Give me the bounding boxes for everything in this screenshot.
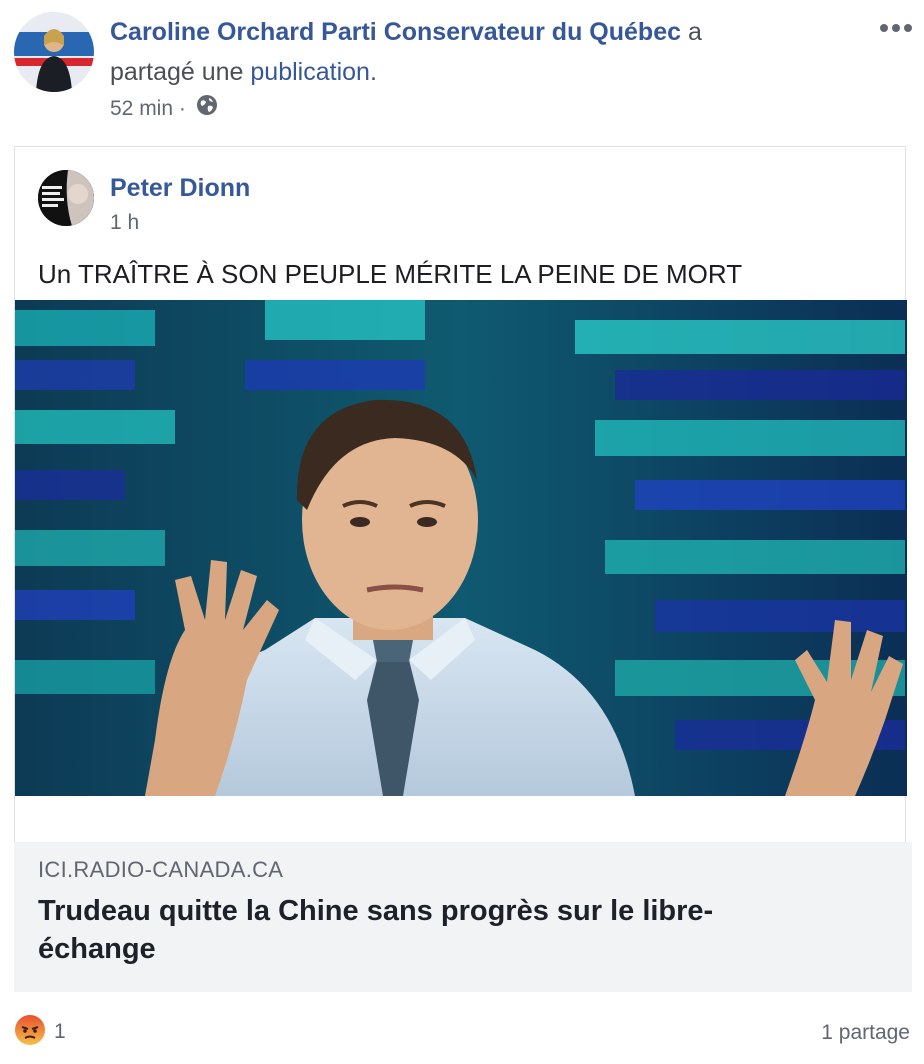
author-avatar-image xyxy=(14,12,94,92)
share-count[interactable]: 1 partage xyxy=(821,1018,910,1048)
publication-link[interactable]: publication xyxy=(250,58,370,86)
shared-post-text: Un TRAÎTRE À SON PEUPLE MÉRITE LA PEINE … xyxy=(38,259,743,289)
globe-icon[interactable] xyxy=(196,94,218,125)
more-dot xyxy=(880,24,888,32)
reaction-count: 1 xyxy=(54,1020,66,1043)
angry-reaction-icon xyxy=(14,1014,46,1051)
more-options-icon[interactable] xyxy=(876,16,916,40)
post-meta: 52 min · xyxy=(110,94,218,125)
link-title[interactable]: Trudeau quitte la Chine sans progrès sur… xyxy=(38,892,818,968)
shared-author-avatar[interactable] xyxy=(38,170,94,226)
share-verb: a xyxy=(687,18,702,46)
more-dot xyxy=(904,24,912,32)
share-verb-continued: partagé une xyxy=(110,58,244,86)
share-header-line2: partagé une publication. xyxy=(110,56,377,88)
post-timestamp[interactable]: 52 min xyxy=(110,97,173,120)
author-name-link[interactable]: Caroline Orchard Parti Conservateur du Q… xyxy=(110,18,681,46)
period: . xyxy=(369,58,377,86)
author-avatar[interactable] xyxy=(14,12,94,92)
link-preview-image[interactable] xyxy=(15,300,907,796)
share-header: Caroline Orchard Parti Conservateur du Q… xyxy=(110,16,702,48)
link-domain: ICI.RADIO-CANADA.CA xyxy=(38,857,284,882)
shared-author-name[interactable]: Peter Dionn xyxy=(110,172,250,204)
meta-separator: · xyxy=(178,97,186,121)
shared-timestamp[interactable]: 1 h xyxy=(110,208,139,238)
reactions-summary[interactable]: 1 xyxy=(14,1014,66,1051)
photo-illustration xyxy=(15,300,907,796)
shared-author-avatar-image xyxy=(38,170,94,226)
more-dot xyxy=(892,24,900,32)
